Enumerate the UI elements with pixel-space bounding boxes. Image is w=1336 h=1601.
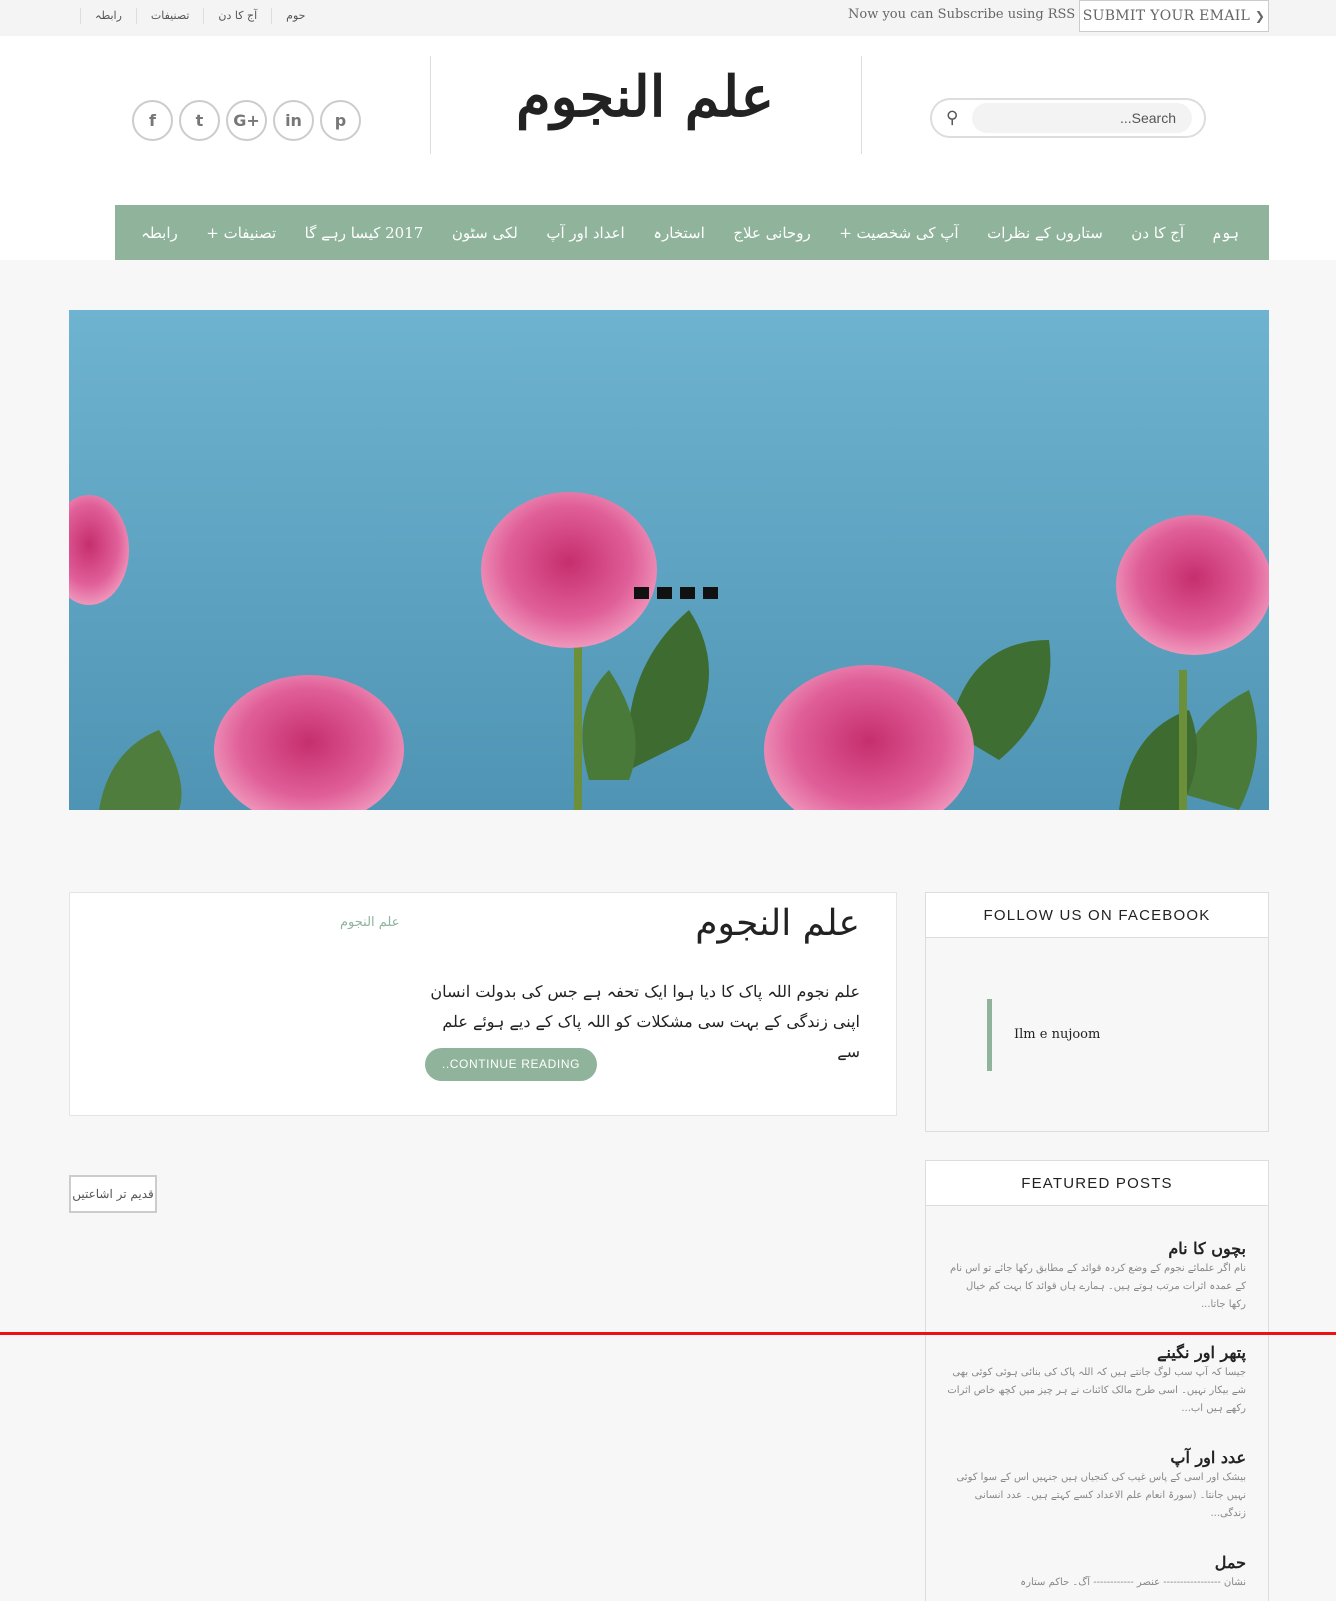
featured-post: پتھر اور نگینے جیسا کہ آپ سب لوگ جانتے ہ… [946, 1343, 1246, 1418]
featured-post-title[interactable]: بچوں کا نام [946, 1239, 1246, 1258]
featured-post-excerpt: نشان ----------------- عنصر ------------… [1020, 1577, 1246, 1588]
roses-image [69, 310, 1269, 810]
loader-dot [703, 587, 718, 599]
top-link-home[interactable]: حوم [271, 8, 319, 24]
top-link-categories[interactable]: تصنیفات [135, 8, 204, 24]
nav-item-today[interactable]: آج کا دن [1131, 224, 1184, 242]
nav-item-star-views[interactable]: ستاروں کے نظرات [987, 224, 1103, 242]
rss-label: Now you can Subscribe using RSS [848, 7, 1076, 22]
pinterest-icon[interactable]: p [320, 100, 361, 141]
post-card: علم النجوم علم النجوم علم نجوم اللہ پاک … [69, 892, 897, 1116]
featured-post-excerpt: نام اگر علمائے نجوم کے وضع کردہ قوائد کے… [950, 1263, 1246, 1310]
twitter-glyph: t [195, 111, 204, 130]
top-link-contact[interactable]: رابطہ [80, 8, 136, 24]
featured-post: بچوں کا نام نام اگر علمائے نجوم کے وضع ک… [946, 1239, 1246, 1314]
facebook-widget: FOLLOW US ON FACEBOOK Ilm e nujoom [925, 892, 1269, 1132]
featured-post-title[interactable]: پتھر اور نگینے [946, 1343, 1246, 1362]
featured-post-excerpt: بیشک اور اسی کے پاس غیب کی کنجیاں ہیں جن… [956, 1472, 1246, 1519]
google-plus-icon[interactable]: G+ [226, 100, 267, 141]
nav-item-categories[interactable]: تصنیفات + [206, 224, 276, 242]
nav-item-istikhara[interactable]: استخارہ [653, 224, 705, 242]
featured-post-excerpt: جیسا کہ آپ سب لوگ جانتے ہیں کہ اللہ پاک … [947, 1367, 1246, 1414]
horizontal-marker-line [0, 1332, 1336, 1335]
top-links: حوم آج کا دن تصنیفات رابطہ [80, 8, 319, 24]
rss-icon: ❯ [1254, 9, 1266, 23]
twitter-icon[interactable]: t [179, 100, 220, 141]
social-links: f t G+ in p [132, 100, 361, 141]
nav-item-2017[interactable]: 2017 کیسا رہے گا [305, 224, 424, 242]
slider-loader [634, 587, 718, 599]
featured-post: حمل نشان ----------------- عنصر --------… [946, 1553, 1246, 1592]
top-bar: حوم آج کا دن تصنیفات رابطہ Now you can S… [0, 0, 1336, 36]
featured-post: عدد اور آپ بیشک اور اسی کے پاس غیب کی کن… [946, 1448, 1246, 1523]
search-box: ⚲ ...Search [930, 98, 1206, 138]
facebook-glyph: f [149, 111, 156, 130]
loader-dot [680, 587, 695, 599]
facebook-widget-heading: FOLLOW US ON FACEBOOK [926, 893, 1268, 938]
loader-dot [634, 587, 649, 599]
main-nav: ہوم آج کا دن ستاروں کے نظرات آپ کی شخصیت… [115, 205, 1269, 260]
nav-item-contact[interactable]: رابطہ [141, 224, 178, 242]
site-title[interactable]: علم النجوم [430, 64, 860, 130]
hero-banner-image [69, 310, 1269, 810]
header-divider-right [861, 56, 862, 154]
submit-email-button[interactable]: SUBMIT YOUR EMAIL ❯ [1079, 0, 1269, 32]
pinterest-glyph: p [334, 111, 347, 130]
linkedin-glyph: in [285, 111, 302, 130]
submit-email-label: SUBMIT YOUR EMAIL [1082, 8, 1251, 24]
google-plus-glyph: G+ [233, 111, 260, 130]
featured-posts-heading: FEATURED POSTS [926, 1161, 1268, 1206]
featured-posts-widget: FEATURED POSTS بچوں کا نام نام اگر علمائ… [925, 1160, 1269, 1601]
linkedin-icon[interactable]: in [273, 100, 314, 141]
search-icon[interactable]: ⚲ [946, 108, 958, 128]
search-input[interactable]: ...Search [972, 103, 1192, 133]
post-title[interactable]: علم النجوم [420, 903, 860, 944]
rss-subscribe-text[interactable]: Now you can Subscribe using RSS ▶ [848, 7, 1092, 22]
nav-item-lucky-stone[interactable]: لکی سٹون [452, 224, 518, 242]
nav-item-spiritual-healing[interactable]: روحانی علاج [733, 224, 810, 242]
nav-item-home[interactable]: ہوم [1213, 224, 1239, 242]
loader-dot [657, 587, 672, 599]
post-category-link[interactable]: علم النجوم [340, 915, 400, 930]
nav-item-numbers[interactable]: اعداد اور آپ [546, 224, 624, 242]
facebook-icon[interactable]: f [132, 100, 173, 141]
continue-reading-button[interactable]: ..CONTINUE READING [425, 1048, 597, 1081]
facebook-page-link[interactable]: Ilm e nujoom [987, 999, 1100, 1071]
top-link-today[interactable]: آج کا دن [203, 8, 271, 24]
nav-item-personality[interactable]: آپ کی شخصیت + [839, 224, 958, 242]
older-posts-button[interactable]: قدیم تر اشاعتیں [69, 1175, 157, 1213]
featured-post-title[interactable]: حمل [946, 1553, 1246, 1572]
featured-post-title[interactable]: عدد اور آپ [946, 1448, 1246, 1467]
